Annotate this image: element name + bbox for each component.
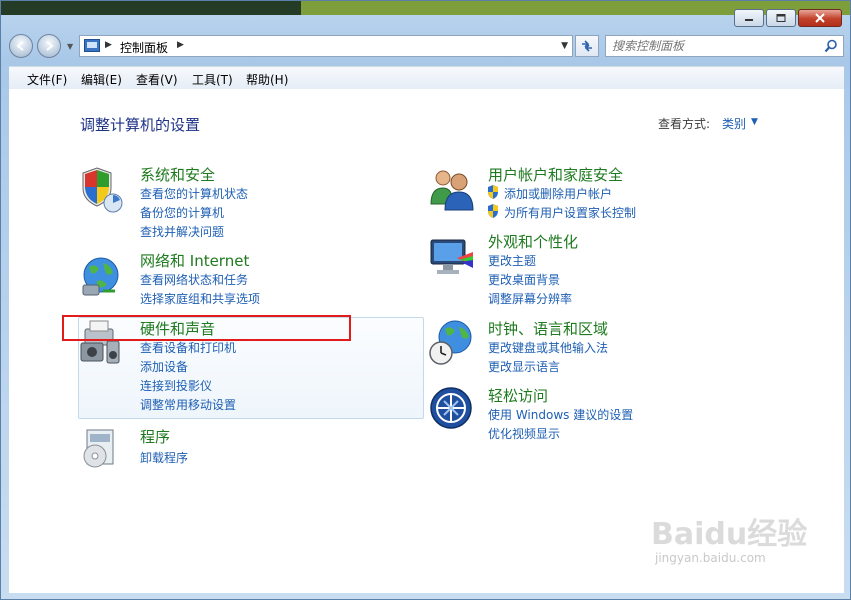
control-panel-window: ▼ ▶ 控制面板 ▶ ▼ 文件(F) 编辑(E) 查看(V) 工具(T) 帮	[0, 0, 851, 600]
link-appearance-1[interactable]: 更改桌面背景	[488, 271, 560, 288]
link-ease-0[interactable]: 使用 Windows 建议的设置	[488, 406, 633, 423]
link-hardware-1[interactable]: 添加设备	[140, 358, 188, 375]
link-clock-1[interactable]: 更改显示语言	[488, 358, 560, 375]
back-button[interactable]	[9, 34, 33, 58]
refresh-button[interactable]	[575, 35, 599, 57]
navigation-bar: ▼ ▶ 控制面板 ▶ ▼	[9, 34, 844, 60]
recent-pages-dropdown-icon[interactable]: ▼	[67, 42, 73, 51]
link-hardware-3[interactable]: 调整常用移动设置	[140, 396, 236, 413]
ease-of-access-icon[interactable]	[427, 384, 477, 434]
category-system-security[interactable]: 系统和安全	[140, 164, 215, 185]
uac-shield-icon	[488, 185, 498, 199]
watermark-url: jingyan.baidu.com	[655, 551, 766, 565]
refresh-icon	[582, 40, 592, 52]
maximize-icon	[776, 14, 786, 22]
annotation-red-highlight-box	[62, 315, 351, 341]
menu-file[interactable]: 文件(F)	[27, 71, 67, 88]
link-system-1[interactable]: 备份您的计算机	[140, 204, 224, 221]
link-system-2[interactable]: 查找并解决问题	[140, 223, 224, 240]
breadcrumb-separator-icon[interactable]: ▶	[177, 40, 184, 50]
menu-bar: 文件(F) 编辑(E) 查看(V) 工具(T) 帮助(H)	[9, 66, 844, 89]
link-ease-1[interactable]: 优化视频显示	[488, 425, 560, 442]
address-bar[interactable]: ▶ 控制面板 ▶ ▼	[79, 35, 573, 57]
category-network-internet[interactable]: 网络和 Internet	[140, 250, 249, 271]
view-by-dropdown[interactable]: 类别	[722, 115, 746, 132]
baidu-watermark: Baidu经验 jingyan.baidu.com	[651, 509, 807, 565]
system-security-shield-icon[interactable]	[77, 164, 127, 214]
uac-shield-icon	[488, 204, 498, 218]
link-system-0[interactable]: 查看您的计算机状态	[140, 185, 248, 202]
page-title: 调整计算机的设置	[80, 116, 201, 134]
link-hardware-0[interactable]: 查看设备和打印机	[140, 339, 236, 356]
forward-arrow-icon	[46, 41, 54, 51]
link-clock-0[interactable]: 更改键盘或其他输入法	[488, 339, 608, 356]
minimize-icon	[745, 19, 753, 21]
category-clock-language-region[interactable]: 时钟、语言和区域	[488, 318, 608, 339]
user-accounts-icon[interactable]	[427, 164, 477, 214]
close-button[interactable]	[798, 9, 842, 27]
link-network-1[interactable]: 选择家庭组和共享选项	[140, 290, 260, 307]
view-by-label: 查看方式:	[658, 117, 711, 131]
breadcrumb-separator-icon[interactable]: ▶	[105, 40, 112, 50]
close-icon	[815, 13, 825, 23]
category-programs[interactable]: 程序	[140, 426, 170, 447]
link-users-0[interactable]: 添加或删除用户帐户	[504, 185, 612, 202]
menu-view[interactable]: 查看(V)	[136, 71, 178, 88]
category-appearance[interactable]: 外观和个性化	[488, 231, 578, 252]
category-ease-of-access[interactable]: 轻松访问	[488, 385, 548, 406]
programs-icon[interactable]	[77, 424, 127, 474]
search-icon[interactable]	[824, 39, 838, 53]
category-user-accounts[interactable]: 用户帐户和家庭安全	[488, 164, 623, 185]
link-appearance-2[interactable]: 调整屏幕分辨率	[488, 290, 572, 307]
watermark-logo: Baidu经验	[651, 517, 808, 552]
menu-edit[interactable]: 编辑(E)	[81, 71, 122, 88]
view-by-chevron-down-icon[interactable]: ▼	[751, 117, 758, 127]
address-dropdown-icon[interactable]: ▼	[561, 41, 568, 51]
menu-tools[interactable]: 工具(T)	[192, 71, 233, 88]
search-input[interactable]	[612, 38, 812, 54]
clock-language-region-icon[interactable]	[427, 317, 477, 367]
window-frame-top-dark	[1, 1, 301, 15]
link-appearance-0[interactable]: 更改主题	[488, 252, 536, 269]
menu-help[interactable]: 帮助(H)	[246, 71, 288, 88]
minimize-button[interactable]	[734, 9, 764, 27]
link-network-0[interactable]: 查看网络状态和任务	[140, 271, 248, 288]
network-globe-icon[interactable]	[77, 251, 127, 301]
control-panel-icon	[84, 39, 100, 52]
caption-buttons	[732, 9, 842, 27]
back-arrow-icon	[16, 41, 24, 51]
link-users-1[interactable]: 为所有用户设置家长控制	[504, 204, 636, 221]
link-hardware-2[interactable]: 连接到投影仪	[140, 377, 212, 394]
appearance-monitor-icon[interactable]	[427, 232, 477, 282]
maximize-button[interactable]	[766, 9, 796, 27]
forward-button[interactable]	[37, 34, 61, 58]
breadcrumb-control-panel[interactable]: 控制面板	[120, 39, 168, 56]
link-programs-0[interactable]: 卸载程序	[140, 449, 188, 466]
search-box[interactable]	[605, 35, 844, 57]
